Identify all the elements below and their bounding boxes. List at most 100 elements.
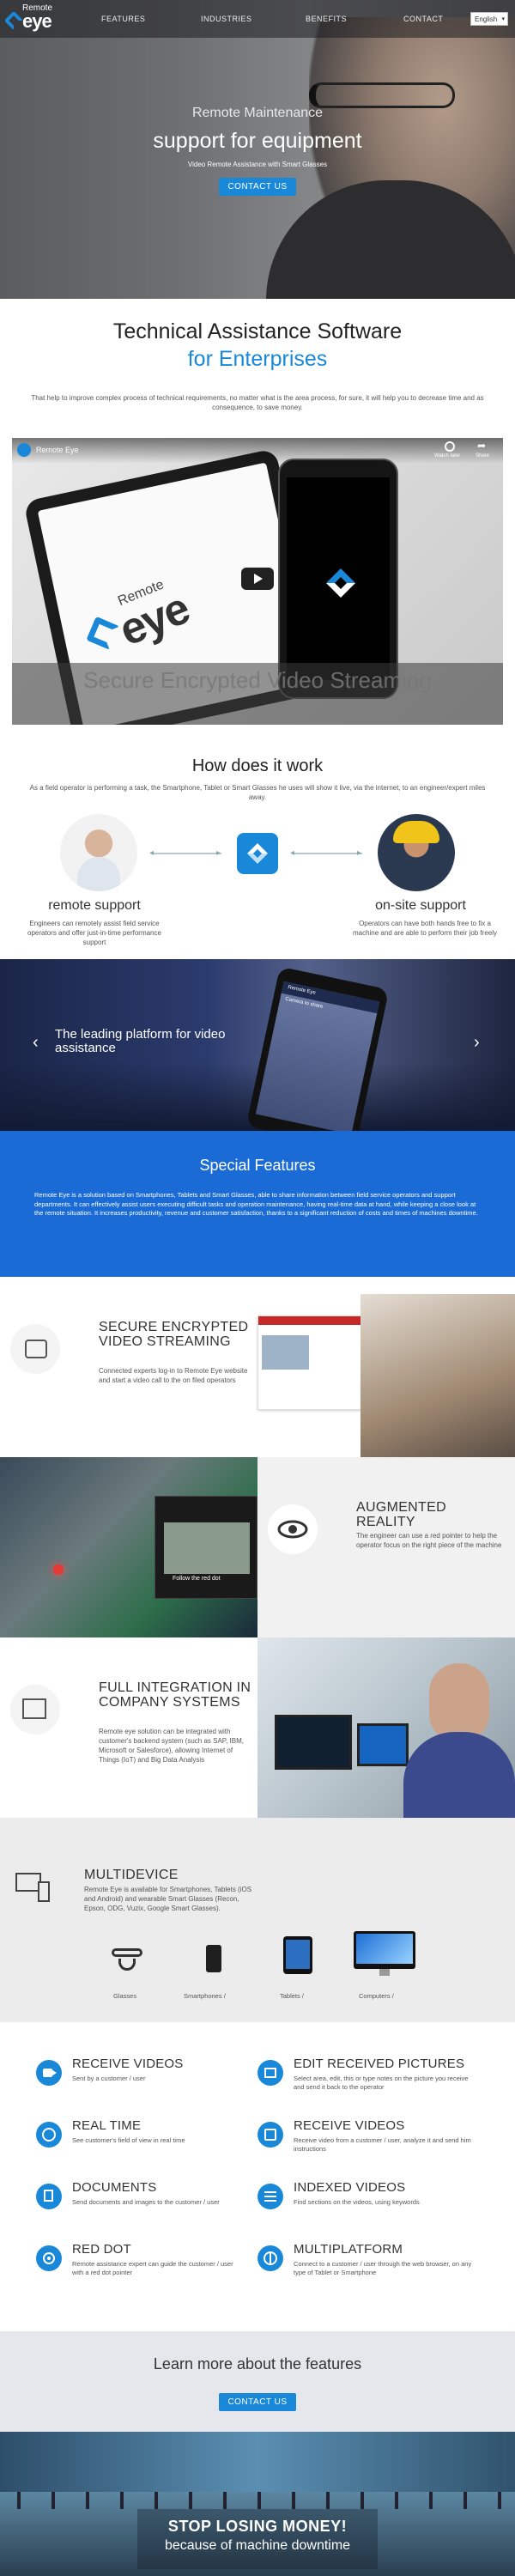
feature-block-streaming: SECURE ENCRYPTED VIDEO STREAMING Connect… (0, 1277, 515, 1457)
learn-more-contact-button[interactable]: CONTACT US (219, 2393, 296, 2411)
learn-more-title: Learn more about the features (153, 2355, 362, 2372)
smartphone-icon (206, 1945, 221, 1972)
image-carousel[interactable]: Remote Eye Camera to share The leading p… (0, 959, 515, 1131)
nav-item-features[interactable]: FEATURES (101, 15, 145, 23)
arrow-left-icon: ◂ (290, 848, 295, 858)
on-site-support-text: Operators can have both hands free to fi… (352, 920, 498, 937)
globe-icon (258, 2245, 283, 2271)
red-dot-icon (53, 1564, 64, 1575)
grid-feature-text: Receive video from a customer / user, an… (294, 2136, 471, 2153)
on-site-support-photo (378, 814, 455, 891)
integration-icon (10, 1685, 60, 1735)
channel-avatar (17, 443, 31, 457)
hero-title: support for equipment (153, 129, 362, 153)
top-navigation: Remote eye FEATURES INDUSTRIES BENEFITS … (0, 0, 515, 38)
grid-feature-text: Connect to a customer / user through the… (294, 2260, 472, 2276)
arrow-right-icon: ▸ (216, 848, 221, 858)
grid-feature-title: REAL TIME (72, 2118, 142, 2133)
chevron-down-icon: ▾ (501, 16, 505, 22)
feature-text: The engineer can use a red pointer to he… (356, 1532, 502, 1549)
grid-feature-text: Remote assistance expert can guide the c… (72, 2260, 233, 2276)
watch-later-icon[interactable] (445, 441, 455, 452)
eye-icon (268, 1504, 318, 1554)
bottom-title: STOP LOSING MONEY! (167, 2518, 348, 2535)
logo[interactable]: Remote eye (3, 3, 74, 34)
logo-icon (3, 10, 24, 31)
feature-block-multidevice: MULTIDEVICE Remote Eye is available for … (0, 1818, 515, 2022)
remote-eye-app-icon (237, 833, 278, 874)
nav-item-benefits[interactable]: BENEFITS (306, 15, 347, 23)
on-site-support-caption: on-site support (375, 898, 466, 913)
share-icon[interactable]: ➦ (477, 440, 486, 452)
worker-hands-photo (360, 1294, 515, 1457)
documents-icon (36, 2184, 62, 2209)
video-camera-icon (36, 2060, 62, 2086)
watch-later-label: Watch later (434, 453, 461, 459)
feature-block-ar: Follow the red dot AUGMENTED REALITY The… (0, 1457, 515, 1637)
hero-kicker: Remote Maintenance (191, 106, 324, 120)
remote-support-photo (60, 814, 137, 891)
grid-feature-text: See customer's field of view in real tim… (72, 2136, 185, 2144)
video-channel-name[interactable]: Remote Eye (36, 446, 79, 454)
how-title: How does it work (191, 756, 324, 775)
nav-item-industries[interactable]: INDUSTRIES (201, 15, 252, 23)
logo-main-text: eye (22, 10, 52, 32)
carousel-next-icon[interactable]: › (474, 1033, 480, 1053)
feature-title: AUGMENTED REALITY (356, 1500, 446, 1529)
share-label: Share (476, 453, 490, 459)
hero-section: Remote eye FEATURES INDUSTRIES BENEFITS … (0, 0, 515, 299)
language-select[interactable]: English ▾ (470, 12, 508, 26)
image-edit-icon (258, 2060, 283, 2086)
bottom-subtitle: because of machine downtime (164, 2538, 351, 2553)
video-overlay-text: Secure Encrypted Video Streaming (83, 667, 432, 693)
grid-feature-title: DOCUMENTS (72, 2180, 157, 2195)
video-player[interactable]: Remote eye Remote Eye Watch later ➦ Shar… (12, 438, 503, 725)
grid-feature-title: RED DOT (72, 2242, 131, 2257)
hero-subtitle: Video Remote Assistance with Smart Glass… (187, 161, 328, 168)
red-dot-icon (36, 2245, 62, 2271)
list-icon (258, 2184, 283, 2209)
grid-feature-text: Sent by a customer / user (72, 2075, 146, 2082)
nav-item-contact[interactable]: CONTACT (403, 15, 443, 23)
clock-icon (36, 2122, 62, 2148)
feature-title: FULL INTEGRATION IN COMPANY SYSTEMS (99, 1680, 251, 1710)
hero-contact-button[interactable]: CONTACT US (219, 178, 296, 196)
intro-text: That help to improve complex process of … (31, 394, 484, 411)
grid-feature-text: Send documents and images to the custome… (72, 2198, 220, 2206)
tablet-icon (283, 1936, 312, 1974)
grid-feature-title: INDEXED VIDEOS (294, 2180, 406, 2195)
grid-feature-text: Find sections on the videos, using keywo… (294, 2198, 420, 2206)
support-agent-photo (258, 1637, 515, 1818)
special-features-section: Special Features Remote Eye is a solutio… (0, 1131, 515, 1277)
features-grid: RECEIVE VIDEOS Sent by a customer / user… (0, 2022, 515, 2331)
play-button-icon[interactable] (241, 568, 274, 590)
edit-icon (258, 2122, 283, 2148)
carousel-prev-icon[interactable]: ‹ (33, 1033, 39, 1053)
carousel-text: The leading platform for video assistanc… (55, 1027, 226, 1055)
special-features-title: Special Features (199, 1157, 316, 1174)
device-label: Tablets / (280, 1992, 304, 2000)
device-label: Computers / (359, 1992, 394, 2000)
feature-block-integration: FULL INTEGRATION IN COMPANY SYSTEMS Remo… (0, 1637, 515, 1818)
grid-feature-title: RECEIVE VIDEOS (294, 2118, 405, 2133)
web-dashboard-screenshot (258, 1315, 369, 1410)
how-text: As a field operator is performing a task… (29, 784, 486, 801)
bottom-banner: STOP LOSING MONEY! because of machine do… (0, 2432, 515, 2576)
circuit-board-photo: Follow the red dot (0, 1457, 258, 1637)
feature-text: Remote eye solution can be integrated wi… (99, 1728, 244, 1764)
feature-text: Remote Eye is available for Smartphones,… (84, 1886, 252, 1912)
remote-support-text: Engineers can remotely assist field serv… (27, 920, 161, 946)
grid-feature-title: RECEIVE VIDEOS (72, 2057, 184, 2071)
airport-window-photo (0, 2432, 515, 2492)
eye-logo-icon (86, 616, 120, 651)
glasses-icon (112, 1938, 146, 1972)
grid-feature-title: EDIT RECEIVED PICTURES (294, 2057, 465, 2071)
eye-logo-icon (326, 568, 355, 598)
grid-feature-text: Select area, edit, this or type notes on… (294, 2075, 469, 2091)
arrow-left-icon: ◂ (149, 848, 154, 858)
feature-title: SECURE ENCRYPTED VIDEO STREAMING (99, 1320, 249, 1349)
ar-caption: Follow the red dot (173, 1576, 221, 1582)
remote-support-caption: remote support (48, 898, 141, 913)
intro-title: Technical Assistance Software (112, 319, 403, 343)
feature-text: Connected experts log-in to Remote Eye w… (99, 1367, 248, 1384)
